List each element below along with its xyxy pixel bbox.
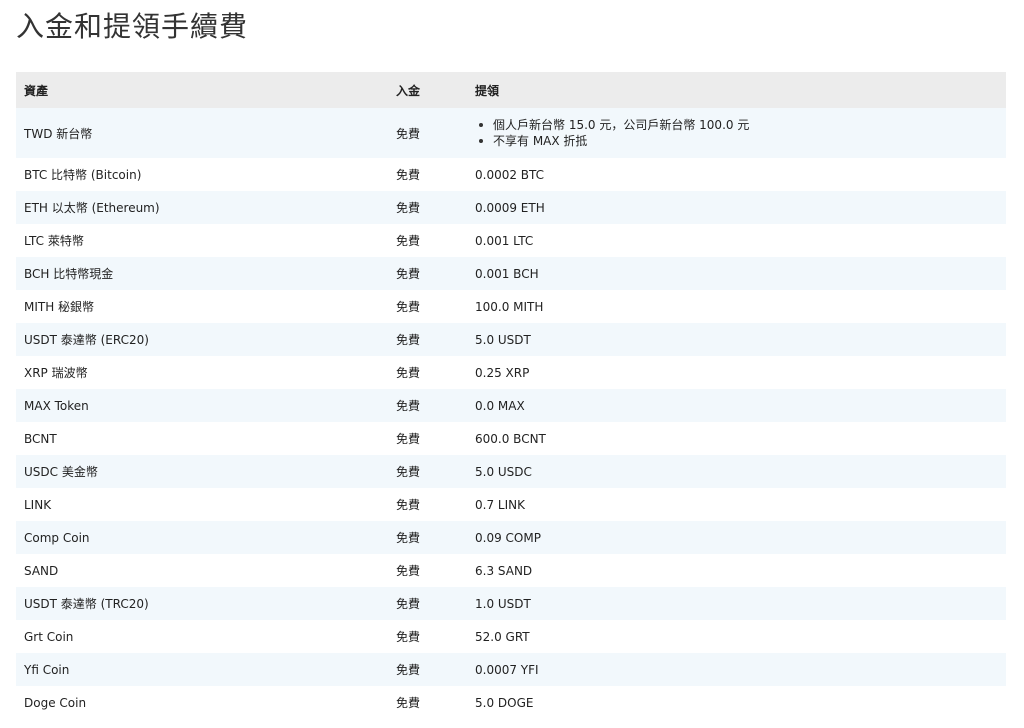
deposit-cell: 免費 [396,267,421,281]
deposit-cell: 免費 [396,696,421,710]
asset-cell: TWD 新台幣 [24,126,93,141]
withdraw-cell: 600.0 BCNT [475,431,546,446]
deposit-cell: 免費 [396,432,421,446]
deposit-cell: 免費 [396,630,421,644]
header-row: 資產 入金 提領 [16,72,1006,108]
table-row: BCH 比特幣現金 免費 0.001 BCH [16,257,1006,290]
withdraw-cell: 52.0 GRT [475,629,530,644]
withdraw-cell: 100.0 MITH [475,299,544,314]
asset-cell: USDC 美金幣 [24,465,98,479]
withdraw-cell: 5.0 DOGE [475,695,534,710]
table-row: MITH 秘銀幣 免費 100.0 MITH [16,290,1006,323]
table-row: USDT 泰達幣 (TRC20) 免費 1.0 USDT [16,587,1006,620]
asset-cell: Yfi Coin [24,662,70,677]
withdraw-note: 不享有 MAX 折抵 [475,133,1006,149]
withdraw-cell: 0.0007 YFI [475,662,539,677]
asset-cell: Doge Coin [24,695,87,710]
header-asset: 資產 [24,83,49,98]
withdraw-cell: 0.09 COMP [475,530,541,545]
asset-cell: BTC 比特幣 (Bitcoin) [24,168,142,182]
withdraw-cell: 5.0 USDC [475,464,532,479]
table-row: Grt Coin 免費 52.0 GRT [16,620,1006,653]
table-row: LINK 免費 0.7 LINK [16,488,1006,521]
table-row: LTC 萊特幣 免費 0.001 LTC [16,224,1006,257]
asset-cell: MITH 秘銀幣 [24,300,95,314]
withdraw-cell: 0.0 MAX [475,398,525,413]
asset-cell: LTC 萊特幣 [24,234,84,248]
asset-cell: MAX Token [24,398,89,413]
deposit-cell: 免費 [396,300,421,314]
fee-table: 資產 入金 提領 TWD 新台幣 免費 個人戶新台幣 15.0 元，公司戶新台幣… [16,72,1006,719]
deposit-cell: 免費 [396,366,421,380]
asset-cell: XRP 瑞波幣 [24,366,88,380]
deposit-cell: 免費 [396,597,421,611]
fee-table-body: TWD 新台幣 免費 個人戶新台幣 15.0 元，公司戶新台幣 100.0 元 … [16,108,1006,719]
asset-cell: USDT 泰達幣 (ERC20) [24,333,149,347]
withdraw-cell: 個人戶新台幣 15.0 元，公司戶新台幣 100.0 元 不享有 MAX 折抵 [467,108,1006,158]
deposit-cell: 免費 [396,564,421,578]
asset-cell: USDT 泰達幣 (TRC20) [24,597,149,611]
withdraw-cell: 0.001 BCH [475,266,539,281]
asset-cell: Grt Coin [24,629,74,644]
table-row: Doge Coin 免費 5.0 DOGE [16,686,1006,719]
deposit-cell: 免費 [396,201,421,215]
table-row: Yfi Coin 免費 0.0007 YFI [16,653,1006,686]
header-withdraw: 提領 [475,83,500,98]
withdraw-cell: 0.0009 ETH [475,200,545,215]
deposit-cell: 免費 [396,399,421,413]
deposit-cell: 免費 [396,168,421,182]
deposit-cell: 免費 [396,234,421,248]
table-row-twd: TWD 新台幣 免費 個人戶新台幣 15.0 元，公司戶新台幣 100.0 元 … [16,108,1006,158]
header-deposit: 入金 [396,83,421,98]
asset-cell: ETH 以太幣 (Ethereum) [24,201,160,215]
withdraw-cell: 5.0 USDT [475,332,531,347]
page-title: 入金和提領手續費 [16,10,249,43]
table-row: USDC 美金幣 免費 5.0 USDC [16,455,1006,488]
deposit-cell: 免費 [396,531,421,545]
deposit-cell: 免費 [396,333,421,347]
table-row: Comp Coin 免費 0.09 COMP [16,521,1006,554]
withdraw-cell: 6.3 SAND [475,563,533,578]
table-row: BCNT 免費 600.0 BCNT [16,422,1006,455]
deposit-cell: 免費 [396,498,421,512]
withdraw-cell: 0.7 LINK [475,497,525,512]
deposit-cell: 免費 [396,663,421,677]
table-row: USDT 泰達幣 (ERC20) 免費 5.0 USDT [16,323,1006,356]
withdraw-cell: 1.0 USDT [475,596,531,611]
table-row: BTC 比特幣 (Bitcoin) 免費 0.0002 BTC [16,158,1006,191]
withdraw-note: 個人戶新台幣 15.0 元，公司戶新台幣 100.0 元 [475,117,1006,133]
table-row: MAX Token 免費 0.0 MAX [16,389,1006,422]
table-row: SAND 免費 6.3 SAND [16,554,1006,587]
withdraw-cell: 0.0002 BTC [475,167,545,182]
deposit-cell: 免費 [396,126,421,141]
deposit-cell: 免費 [396,465,421,479]
asset-cell: Comp Coin [24,530,90,545]
asset-cell: LINK [24,497,52,512]
asset-cell: SAND [24,563,59,578]
table-row: ETH 以太幣 (Ethereum) 免費 0.0009 ETH [16,191,1006,224]
withdraw-cell: 0.25 XRP [475,365,530,380]
withdraw-notes-list: 個人戶新台幣 15.0 元，公司戶新台幣 100.0 元 不享有 MAX 折抵 [475,117,1006,149]
asset-cell: BCNT [24,431,57,446]
table-row: XRP 瑞波幣 免費 0.25 XRP [16,356,1006,389]
fee-table-header: 資產 入金 提領 [16,72,1006,108]
asset-cell: BCH 比特幣現金 [24,267,114,281]
withdraw-cell: 0.001 LTC [475,233,534,248]
